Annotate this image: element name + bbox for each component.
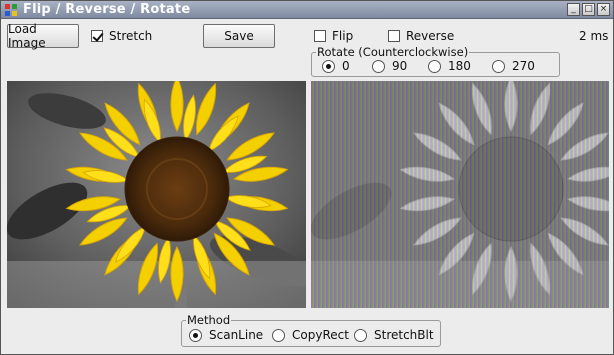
stretch-check-icon bbox=[91, 30, 103, 42]
result-image bbox=[311, 81, 609, 308]
maximize-icon: □ bbox=[584, 4, 593, 14]
reverse-check-icon bbox=[388, 30, 400, 42]
result-image-canvas bbox=[311, 81, 609, 308]
stretch-checkbox[interactable]: Stretch bbox=[91, 29, 152, 43]
radio-icon bbox=[492, 59, 505, 73]
method-scanline-radio[interactable]: ScanLine bbox=[189, 328, 263, 342]
method-scanline-label: ScanLine bbox=[209, 328, 264, 342]
app-window: Flip / Reverse / Rotate _ □ × Load Image… bbox=[0, 0, 614, 355]
method-group-title: Method bbox=[186, 313, 232, 327]
minimize-button[interactable]: _ bbox=[567, 3, 580, 16]
rotate-group-title: Rotate (Counterclockwise) bbox=[316, 45, 470, 59]
rotate-90-radio[interactable]: 90 bbox=[372, 59, 407, 73]
flip-checkbox[interactable]: Flip bbox=[314, 29, 353, 43]
reverse-label: Reverse bbox=[406, 29, 455, 43]
timing-readout: 2 ms bbox=[579, 29, 609, 43]
rotate-group: Rotate (Counterclockwise) 0 90 180 270 bbox=[311, 45, 560, 77]
method-stretchblt-label: StretchBlt bbox=[374, 328, 434, 342]
load-image-button[interactable]: Load Image bbox=[7, 22, 79, 50]
method-copyrect-label: CopyRect bbox=[292, 328, 349, 342]
rotate-90-label: 90 bbox=[392, 59, 408, 73]
reverse-checkbox[interactable]: Reverse bbox=[388, 29, 454, 43]
title-bar[interactable]: Flip / Reverse / Rotate _ □ × bbox=[1, 1, 613, 19]
flip-label: Flip bbox=[332, 29, 354, 43]
rotate-0-radio[interactable]: 0 bbox=[322, 59, 350, 73]
rotate-180-radio[interactable]: 180 bbox=[428, 59, 471, 73]
save-button[interactable]: Save bbox=[203, 24, 275, 48]
source-image-canvas bbox=[7, 81, 306, 308]
method-copyrect-radio[interactable]: CopyRect bbox=[272, 328, 349, 342]
stretch-label: Stretch bbox=[109, 29, 153, 43]
rotate-0-label: 0 bbox=[342, 59, 350, 73]
app-icon bbox=[5, 4, 17, 16]
flip-check-icon bbox=[314, 30, 326, 42]
radio-icon bbox=[372, 59, 385, 73]
close-button[interactable]: × bbox=[597, 3, 610, 16]
radio-selected-icon bbox=[322, 59, 335, 73]
rotate-270-radio[interactable]: 270 bbox=[492, 59, 535, 73]
rotate-270-label: 270 bbox=[512, 59, 535, 73]
save-label: Save bbox=[224, 29, 254, 43]
load-image-label: Load Image bbox=[8, 22, 46, 50]
radio-icon bbox=[354, 328, 367, 342]
maximize-button[interactable]: □ bbox=[582, 3, 595, 16]
window-title: Flip / Reverse / Rotate bbox=[23, 2, 191, 17]
source-image bbox=[7, 81, 306, 308]
method-stretchblt-radio[interactable]: StretchBlt bbox=[354, 328, 434, 342]
method-group: Method ScanLine CopyRect StretchBlt bbox=[181, 313, 441, 347]
rotate-180-label: 180 bbox=[448, 59, 471, 73]
minimize-icon: _ bbox=[571, 4, 576, 14]
radio-selected-icon bbox=[189, 328, 202, 342]
radio-icon bbox=[272, 328, 285, 342]
radio-icon bbox=[428, 59, 441, 73]
close-icon: × bbox=[599, 4, 608, 14]
